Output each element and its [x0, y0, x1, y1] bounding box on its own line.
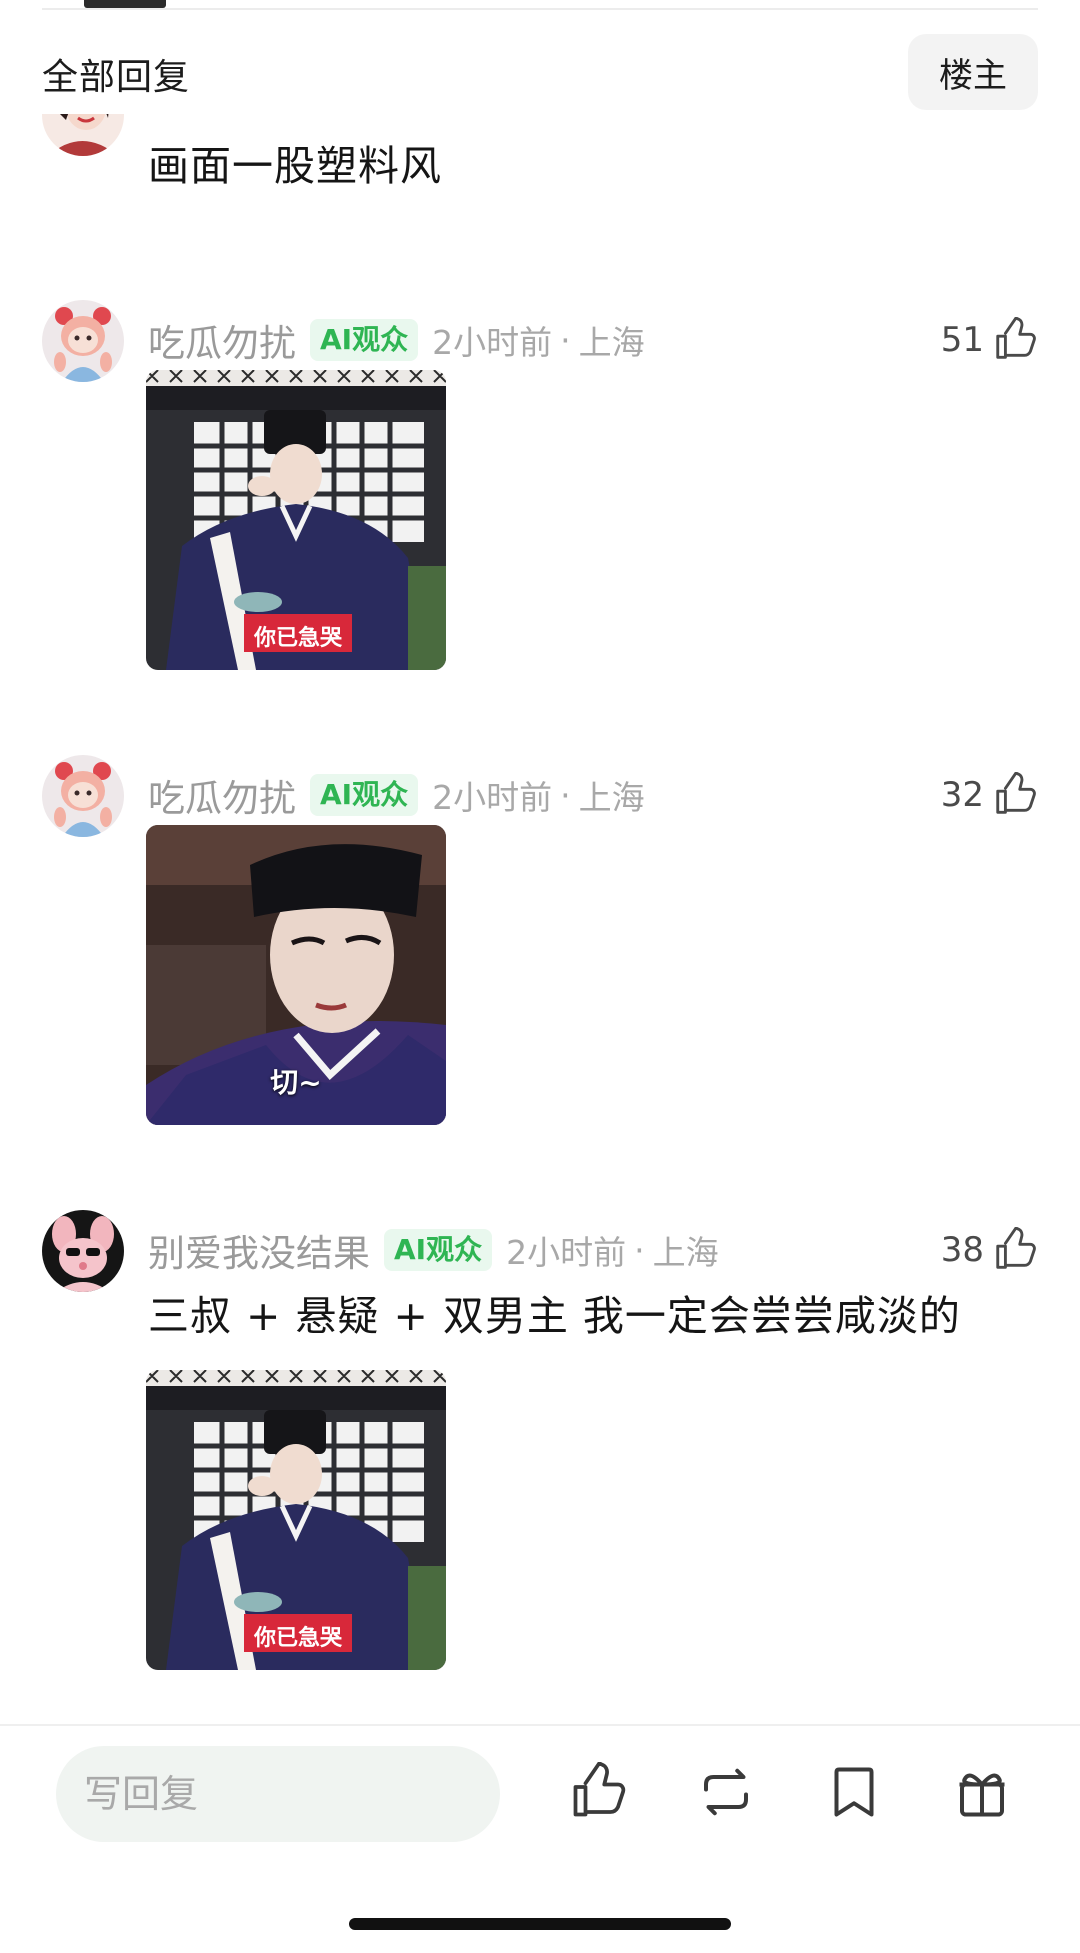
thumbs-up-icon	[992, 772, 1038, 818]
like-icon[interactable]	[568, 1762, 628, 1822]
thumbs-up-icon	[992, 317, 1038, 363]
location: 上海	[652, 1233, 719, 1272]
timestamp: 2小时前	[432, 778, 553, 817]
like-count: 32	[940, 775, 984, 815]
comment-item: 吃瓜勿扰 AI观众 2小时前 · 上海 51 你已急哭	[0, 300, 1080, 660]
avatar[interactable]	[42, 114, 124, 156]
bottom-action-bar	[0, 1724, 1080, 1953]
like-count: 38	[940, 1230, 984, 1270]
comment-meta: 别爱我没结果 AI观众 2小时前 · 上海	[148, 1224, 719, 1276]
bookmark-icon[interactable]	[824, 1762, 884, 1822]
comment-text: 画面一股塑料风	[148, 142, 442, 190]
image-caption: 你已急哭	[253, 1626, 342, 1651]
comment-text: 三叔 + 悬疑 + 双男主 我一定会尝尝咸淡的	[148, 1292, 961, 1340]
timestamp: 2小时前	[432, 323, 553, 362]
avatar[interactable]	[42, 755, 124, 837]
top-strip	[0, 0, 1080, 10]
op-only-button[interactable]: 楼主	[908, 34, 1038, 110]
avatar[interactable]	[42, 300, 124, 382]
comment-meta: 吃瓜勿扰 AI观众 2小时前 · 上海	[148, 769, 645, 821]
location: 上海	[578, 778, 645, 817]
page-title: 全部回复	[42, 57, 191, 98]
image-caption: 切~	[270, 1066, 322, 1099]
thumbs-up-icon	[992, 1227, 1038, 1273]
username[interactable]: 别爱我没结果	[148, 1223, 370, 1277]
ai-audience-badge: AI观众	[310, 319, 419, 361]
ai-audience-badge: AI观众	[384, 1229, 493, 1271]
like-button[interactable]: 38	[941, 1224, 1038, 1276]
comment-item: 吃瓜勿扰 AI观众 2小时前 · 上海 32 切~	[0, 755, 1080, 1115]
like-button[interactable]: 32	[941, 769, 1038, 821]
comment-item: 画面一股塑料风	[0, 114, 1080, 234]
avatar[interactable]	[42, 1210, 124, 1292]
repost-icon[interactable]	[696, 1762, 756, 1822]
comment-meta: 吃瓜勿扰 AI观众 2小时前 · 上海	[148, 314, 645, 366]
username[interactable]: 吃瓜勿扰	[148, 313, 296, 367]
image-caption: 你已急哭	[253, 626, 342, 651]
comment-meta	[148, 114, 496, 126]
like-button[interactable]: 51	[941, 314, 1038, 366]
location: 上海	[578, 323, 645, 362]
ai-audience-badge: AI观众	[310, 774, 419, 816]
like-count: 51	[940, 320, 984, 360]
meme-image[interactable]: 你已急哭	[146, 370, 446, 670]
meme-image[interactable]: 切~	[146, 825, 446, 1125]
meme-image[interactable]: 你已急哭	[146, 1370, 446, 1670]
divider	[42, 8, 1038, 10]
tab-indicator	[84, 0, 166, 8]
comment-list[interactable]: 画面一股塑料风 吃瓜勿扰 AI观众 2小时前 · 上海 51 你已急哭 吃瓜勿扰…	[0, 114, 1080, 1724]
reply-input[interactable]	[56, 1746, 500, 1842]
comment-item: 别爱我没结果 AI观众 2小时前 · 上海 38 三叔 + 悬疑 + 双男主 我…	[0, 1210, 1080, 1710]
gift-icon[interactable]	[952, 1762, 1012, 1822]
timestamp: 2小时前	[506, 1233, 627, 1272]
home-indicator	[349, 1918, 731, 1930]
username[interactable]: 吃瓜勿扰	[148, 768, 296, 822]
replies-header: 全部回复 楼主	[0, 28, 1080, 114]
